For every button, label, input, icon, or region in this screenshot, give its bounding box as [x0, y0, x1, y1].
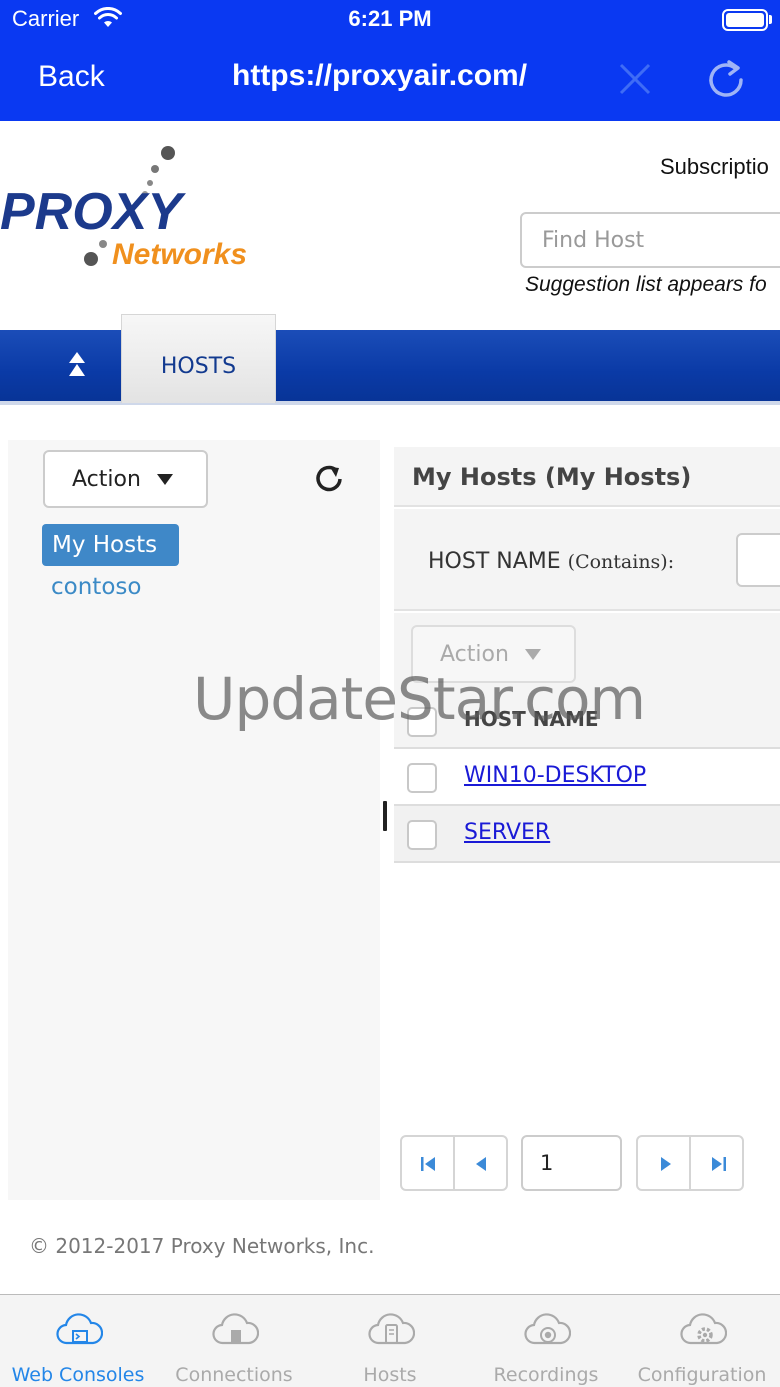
cloud-connections-icon: [212, 1313, 259, 1345]
tab-web-consoles[interactable]: Web Consoles: [0, 1295, 156, 1387]
table-row: SERVER: [394, 806, 780, 863]
find-host-input[interactable]: [520, 212, 780, 268]
tree-action-label: Action: [72, 466, 141, 492]
grid-action-label: Action: [440, 641, 509, 667]
battery-tip: [769, 15, 772, 24]
tree-item-contoso[interactable]: contoso: [51, 574, 141, 600]
grid-header-row: HOST NAME: [394, 693, 780, 749]
tab-label: Recordings: [493, 1364, 599, 1386]
hosts-grid: Action HOST NAME WIN10-DESKTOP SERVER: [394, 613, 780, 863]
collapse-icon[interactable]: [50, 344, 104, 388]
panel-title: My Hosts (My Hosts): [412, 463, 692, 491]
caret-down-icon: [156, 473, 173, 485]
cloud-hosts-icon: [368, 1313, 415, 1345]
first-page-icon: [421, 1157, 435, 1171]
prev-page-icon: [476, 1157, 486, 1171]
prev-page-button[interactable]: [453, 1135, 508, 1191]
row-checkbox[interactable]: [407, 820, 437, 850]
tree-action-dropdown[interactable]: Action: [43, 450, 208, 508]
hosts-list-panel: My Hosts (My Hosts) HOST NAME (Contains)…: [394, 447, 780, 1197]
bottom-tab-bar: Web Consoles Connections Hosts Recording…: [0, 1294, 780, 1387]
panel-title-bar: My Hosts (My Hosts): [394, 447, 780, 507]
host-name-filter-label: HOST NAME (Contains):: [428, 549, 675, 574]
host-link[interactable]: WIN10-DESKTOP: [464, 763, 646, 788]
tab-hosts-bottom[interactable]: Hosts: [312, 1295, 468, 1387]
host-link[interactable]: SERVER: [464, 820, 550, 845]
reload-icon[interactable]: [705, 58, 747, 100]
next-page-button[interactable]: [636, 1135, 691, 1191]
back-button[interactable]: Back: [38, 60, 105, 94]
select-all-checkbox[interactable]: [407, 707, 437, 737]
close-icon[interactable]: [616, 60, 654, 98]
pane-splitter-handle[interactable]: [383, 801, 387, 831]
tab-label: Web Consoles: [11, 1364, 145, 1386]
row-checkbox[interactable]: [407, 763, 437, 793]
proxy-networks-logo: PROXY Networks: [0, 146, 247, 271]
first-page-button[interactable]: [400, 1135, 455, 1191]
grid-action-dropdown[interactable]: Action: [411, 625, 576, 683]
next-page-icon: [661, 1157, 671, 1171]
tab-hosts[interactable]: HOSTS: [121, 314, 276, 403]
host-filter-bar: HOST NAME (Contains):: [394, 509, 780, 611]
tab-configuration[interactable]: Configuration: [624, 1295, 780, 1387]
tab-label: Configuration: [637, 1364, 767, 1386]
cloud-configuration-icon: [680, 1313, 727, 1345]
last-page-icon: [712, 1157, 726, 1171]
caret-down-icon: [524, 648, 541, 660]
last-page-button[interactable]: [689, 1135, 744, 1191]
tab-label: Hosts: [363, 1364, 417, 1386]
tab-recordings[interactable]: Recordings: [468, 1295, 624, 1387]
browser-top-bar: Carrier 6:21 PM Back https://proxyair.co…: [0, 0, 780, 121]
svg-text:Networks: Networks: [112, 238, 247, 271]
page-number-input[interactable]: [521, 1135, 622, 1191]
battery-icon: [722, 9, 768, 31]
cloud-console-icon: [56, 1313, 103, 1345]
copyright-footer: © 2012-2017 Proxy Networks, Inc.: [29, 1234, 375, 1258]
site-header: PROXY Networks Subscriptio Suggestion li…: [0, 121, 780, 330]
subscription-link[interactable]: Subscriptio: [660, 154, 769, 180]
page-url: https://proxyair.com/: [232, 59, 528, 92]
clock: 6:21 PM: [348, 6, 432, 31]
filter-hint: (Contains):: [567, 551, 675, 573]
tab-label: Connections: [175, 1364, 293, 1386]
table-row: WIN10-DESKTOP: [394, 749, 780, 806]
tab-connections[interactable]: Connections: [156, 1295, 312, 1387]
svg-text:PROXY: PROXY: [0, 183, 186, 241]
main-tab-bar: HOSTS: [0, 314, 780, 405]
tree-item-my-hosts[interactable]: My Hosts: [42, 524, 180, 566]
host-name-filter-input[interactable]: [736, 533, 780, 587]
suggestion-hint: Suggestion list appears fo: [525, 273, 767, 296]
column-header-host-name[interactable]: HOST NAME: [464, 707, 599, 731]
refresh-icon[interactable]: [314, 464, 344, 494]
cloud-recordings-icon: [524, 1313, 571, 1345]
host-group-tree-panel: Action My Hosts contoso: [8, 440, 380, 1200]
